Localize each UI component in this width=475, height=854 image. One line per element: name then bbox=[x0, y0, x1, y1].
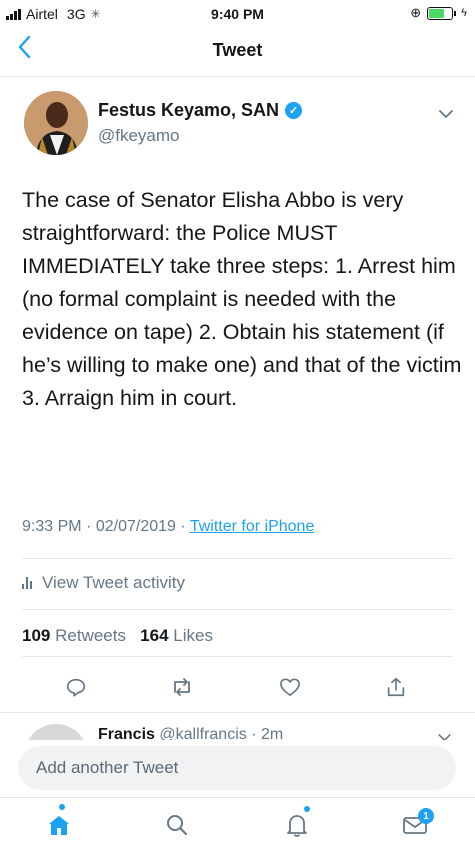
meta-separator-2: · bbox=[180, 518, 186, 535]
messages-badge: 1 bbox=[418, 808, 434, 824]
tweet-header: Festus Keyamo, SAN ✓ @fkeyamo bbox=[0, 88, 475, 168]
tweet-text: The case of Senator Elisha Abbo is very … bbox=[22, 188, 462, 410]
reply-author: Francis @kallfrancis · 2m bbox=[98, 726, 283, 740]
retweet-button[interactable] bbox=[168, 673, 196, 701]
likes-count: 164 bbox=[140, 626, 169, 645]
heart-icon bbox=[280, 678, 300, 696]
reply-button[interactable] bbox=[62, 673, 90, 701]
share-button[interactable] bbox=[382, 673, 410, 701]
retweets-count: 109 bbox=[22, 626, 51, 645]
reply-chevron-icon[interactable] bbox=[438, 730, 451, 740]
tab-bar: 1 bbox=[0, 797, 475, 854]
likes-stat[interactable]: 164 Likes bbox=[140, 626, 213, 645]
reply-age: 2m bbox=[260, 726, 284, 740]
divider bbox=[22, 558, 453, 559]
add-another-tweet-input[interactable]: Add another Tweet bbox=[18, 746, 456, 790]
home-icon bbox=[49, 816, 69, 835]
page-title: Tweet bbox=[212, 40, 263, 60]
tweet-meta: 9:33 PM · 02/07/2019 · Twitter for iPhon… bbox=[22, 518, 314, 536]
retweet-icon bbox=[174, 678, 190, 696]
activity-label: View Tweet activity bbox=[42, 573, 185, 592]
divider bbox=[0, 712, 475, 713]
reply-preview[interactable]: Francis @kallfrancis · 2m bbox=[0, 714, 475, 740]
avatar[interactable] bbox=[24, 91, 88, 155]
verified-badge-icon: ✓ bbox=[285, 102, 303, 119]
tweet-actions bbox=[0, 665, 475, 709]
reply-separator: · bbox=[251, 726, 257, 740]
reply-author-name: Francis bbox=[98, 726, 155, 740]
author-row: Festus Keyamo, SAN ✓ bbox=[98, 100, 303, 121]
meta-separator: · bbox=[86, 518, 92, 535]
tab-home[interactable] bbox=[42, 804, 76, 842]
tweet-time: 9:33 PM bbox=[22, 518, 82, 535]
divider bbox=[22, 656, 453, 657]
bell-icon bbox=[287, 815, 307, 837]
author-name[interactable]: Festus Keyamo, SAN bbox=[98, 100, 279, 121]
home-notification-dot bbox=[59, 804, 65, 810]
retweets-stat[interactable]: 109 Retweets bbox=[22, 626, 126, 645]
compose-placeholder: Add another Tweet bbox=[36, 758, 179, 777]
tab-notifications[interactable] bbox=[280, 806, 314, 842]
share-icon bbox=[387, 677, 405, 697]
reply-handle: @kallfrancis bbox=[159, 726, 247, 740]
charging-icon: ϟ bbox=[461, 7, 467, 19]
tweet-source-link[interactable]: Twitter for iPhone bbox=[190, 518, 315, 535]
battery-icon bbox=[427, 6, 457, 20]
view-tweet-activity-button[interactable]: View Tweet activity bbox=[22, 573, 185, 593]
divider bbox=[22, 609, 453, 610]
avatar-image bbox=[24, 91, 88, 155]
likes-label: Likes bbox=[173, 626, 213, 645]
notifications-dot bbox=[304, 806, 310, 812]
status-time: 9:40 PM bbox=[211, 6, 264, 22]
author-handle[interactable]: @fkeyamo bbox=[98, 126, 180, 146]
status-right: ⊕ ϟ bbox=[410, 5, 467, 21]
tab-search[interactable] bbox=[160, 808, 194, 842]
status-bar: Airtel 3G ✳ 9:40 PM ⊕ ϟ bbox=[0, 0, 475, 28]
reply-avatar bbox=[24, 724, 88, 740]
analytics-icon bbox=[22, 577, 32, 589]
more-options-chevron-icon[interactable] bbox=[439, 106, 453, 122]
orientation-lock-icon: ⊕ bbox=[410, 5, 422, 20]
retweets-label: Retweets bbox=[55, 626, 126, 645]
reply-icon bbox=[66, 678, 86, 697]
search-icon bbox=[167, 815, 188, 836]
nav-bar: Tweet bbox=[0, 28, 475, 77]
tweet-stats: 109 Retweets 164 Likes bbox=[22, 626, 213, 646]
tab-messages[interactable]: 1 bbox=[398, 808, 434, 842]
tweet-date: 02/07/2019 bbox=[95, 518, 176, 535]
like-button[interactable] bbox=[276, 673, 304, 701]
